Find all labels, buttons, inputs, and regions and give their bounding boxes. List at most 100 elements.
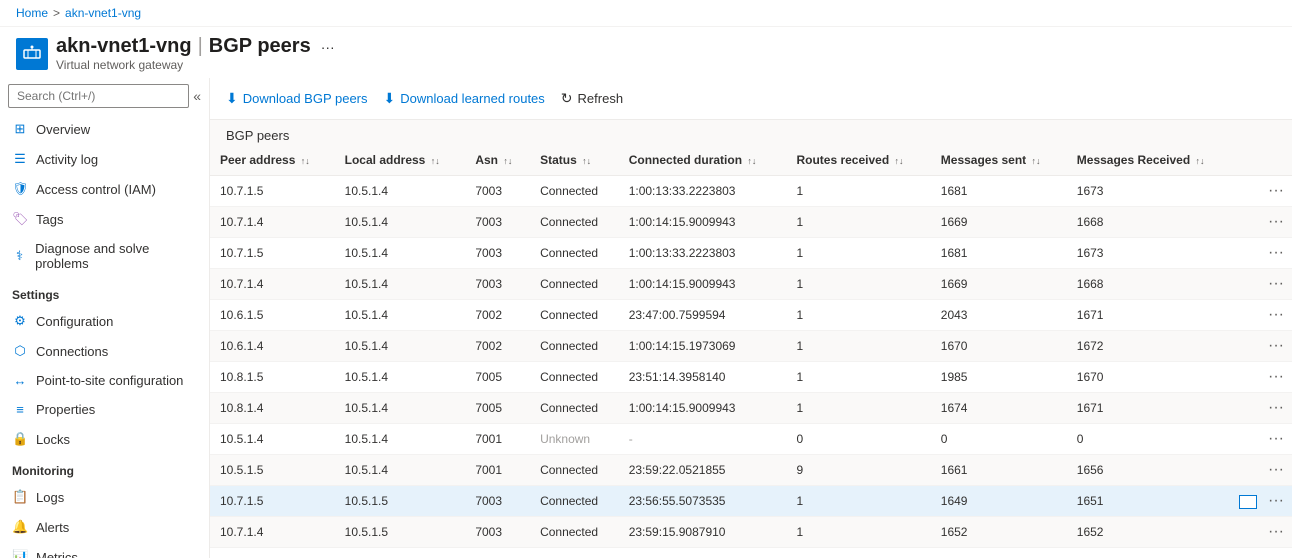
cell-row-actions[interactable]: ··· <box>1235 455 1292 486</box>
sort-received-icon: ↑↓ <box>1196 156 1205 166</box>
nav-item-diagnose[interactable]: ⚕ Diagnose and solve problems <box>0 234 209 278</box>
download-bgp-button[interactable]: ⬇ Download BGP peers <box>226 86 368 111</box>
nav-item-locks[interactable]: 🔒 Locks <box>0 424 209 454</box>
cell-peer-address: 10.8.1.4 <box>210 393 335 424</box>
cell-local-address: 10.5.1.4 <box>335 176 466 207</box>
row-more-button[interactable]: ··· <box>1264 275 1288 293</box>
cell-messages-sent: 1674 <box>931 393 1067 424</box>
cell-duration: 1:00:13:33.2223803 <box>619 176 787 207</box>
activity-log-icon: ☰ <box>12 151 28 167</box>
cell-row-actions[interactable]: ··· <box>1235 548 1292 558</box>
breadcrumb-resource[interactable]: akn-vnet1-vng <box>65 6 141 20</box>
metrics-icon: 📊 <box>12 549 28 558</box>
cell-messages-sent: 1681 <box>931 238 1067 269</box>
row-more-button[interactable]: ··· <box>1264 523 1288 541</box>
cell-row-actions[interactable]: ··· <box>1235 176 1292 207</box>
nav-item-properties[interactable]: ≡ Properties <box>0 395 209 424</box>
nav-item-activity-log[interactable]: ☰ Activity log <box>0 144 209 174</box>
row-more-button[interactable]: ··· <box>1264 337 1288 355</box>
download-bgp-icon: ⬇ <box>226 90 238 107</box>
cell-routes: 1 <box>786 269 930 300</box>
col-duration[interactable]: Connected duration ↑↓ <box>619 145 787 176</box>
col-status[interactable]: Status ↑↓ <box>530 145 619 176</box>
cell-row-actions[interactable]: ··· <box>1235 331 1292 362</box>
cell-duration: 1:00:13:33.2223803 <box>619 238 787 269</box>
cell-asn: 7005 <box>465 362 530 393</box>
sort-asn-icon: ↑↓ <box>503 156 512 166</box>
row-more-button[interactable]: ··· <box>1264 306 1288 324</box>
row-more-button[interactable]: ··· <box>1264 492 1288 510</box>
cell-local-address: 10.5.1.4 <box>335 331 466 362</box>
cell-row-actions[interactable]: ··· <box>1235 517 1292 548</box>
cell-row-actions[interactable]: ··· <box>1235 269 1292 300</box>
row-more-button[interactable]: ··· <box>1264 399 1288 417</box>
cell-duration: 23:59:22.0521855 <box>619 455 787 486</box>
cell-duration: - <box>619 424 787 455</box>
cell-status: Connected <box>530 362 619 393</box>
cell-duration: 23:47:00.7599594 <box>619 300 787 331</box>
cell-row-actions[interactable]: ··· <box>1235 362 1292 393</box>
cell-routes: 1 <box>786 176 930 207</box>
cell-row-actions[interactable]: ··· <box>1235 207 1292 238</box>
resource-name: akn-vnet1-vng <box>56 35 192 58</box>
col-messages-received[interactable]: Messages Received ↑↓ <box>1067 145 1235 176</box>
col-asn[interactable]: Asn ↑↓ <box>465 145 530 176</box>
cell-row-actions[interactable]: ··· <box>1235 424 1292 455</box>
header-pipe: | <box>198 35 203 58</box>
row-more-button[interactable]: ··· <box>1264 182 1288 200</box>
row-more-button[interactable]: ··· <box>1264 430 1288 448</box>
row-more-button[interactable]: ··· <box>1264 213 1288 231</box>
breadcrumb: Home > akn-vnet1-vng <box>0 0 1292 27</box>
breadcrumb-sep: > <box>53 6 60 20</box>
row-more-button[interactable]: ··· <box>1264 461 1288 479</box>
cell-asn: 7003 <box>465 207 530 238</box>
collapse-icon[interactable]: « <box>193 88 201 104</box>
cell-messages-received: 1668 <box>1067 269 1235 300</box>
cell-row-actions[interactable]: ··· <box>1235 486 1292 517</box>
nav-item-tags[interactable]: 🏷 Tags <box>0 204 209 234</box>
refresh-button[interactable]: ↻ Refresh <box>561 86 623 111</box>
nav-item-logs[interactable]: 📋 Logs <box>0 482 209 512</box>
cell-local-address: 10.5.1.4 <box>335 207 466 238</box>
nav-item-alerts[interactable]: 🔔 Alerts <box>0 512 209 542</box>
nav-item-access-control[interactable]: 🛡 Access control (IAM) <box>0 174 209 204</box>
col-routes[interactable]: Routes received ↑↓ <box>786 145 930 176</box>
download-routes-button[interactable]: ⬇ Download learned routes <box>384 86 545 111</box>
cell-peer-address: 10.5.1.5 <box>210 455 335 486</box>
cell-messages-sent: 1661 <box>931 455 1067 486</box>
cell-asn: 7003 <box>465 548 530 558</box>
cell-messages-sent: 1649 <box>931 486 1067 517</box>
col-peer-address[interactable]: Peer address ↑↓ <box>210 145 335 176</box>
table-row: 10.7.1.5 10.5.1.5 7003 Connected 23:56:5… <box>210 486 1292 517</box>
nav-item-point-to-site[interactable]: ↔ Point-to-site configuration <box>0 366 209 395</box>
cell-row-actions[interactable]: ··· <box>1235 300 1292 331</box>
sort-status-icon: ↑↓ <box>582 156 591 166</box>
cell-row-actions[interactable]: ··· <box>1235 238 1292 269</box>
col-messages-sent[interactable]: Messages sent ↑↓ <box>931 145 1067 176</box>
cell-messages-sent: 1985 <box>931 362 1067 393</box>
nav-item-overview[interactable]: ⊞ Overview <box>0 114 209 144</box>
search-input[interactable] <box>8 84 189 108</box>
row-more-button[interactable]: ··· <box>1264 554 1288 558</box>
row-more-button[interactable]: ··· <box>1264 244 1288 262</box>
cell-local-address: 10.5.1.4 <box>335 238 466 269</box>
overview-icon: ⊞ <box>12 121 28 137</box>
cell-duration: 23:51:14.3958140 <box>619 362 787 393</box>
breadcrumb-home[interactable]: Home <box>16 6 48 20</box>
header-text: akn-vnet1-vng | BGP peers ··· Virtual ne… <box>56 35 335 72</box>
cell-messages-received: 1673 <box>1067 238 1235 269</box>
nav-item-metrics[interactable]: 📊 Metrics <box>0 542 209 558</box>
cell-messages-sent: 0 <box>931 424 1067 455</box>
cell-local-address: 10.5.1.4 <box>335 455 466 486</box>
table-row: 10.7.1.5 10.5.1.4 7003 Connected 1:00:13… <box>210 176 1292 207</box>
cell-asn: 7003 <box>465 269 530 300</box>
cell-messages-sent: 1681 <box>931 176 1067 207</box>
cell-status: Connected <box>530 207 619 238</box>
nav-item-configuration[interactable]: ⚙ Configuration <box>0 306 209 336</box>
row-more-button[interactable]: ··· <box>1264 368 1288 386</box>
cell-row-actions[interactable]: ··· <box>1235 393 1292 424</box>
cell-messages-received: 1668 <box>1067 207 1235 238</box>
nav-item-connections[interactable]: ⬡ Connections <box>0 336 209 366</box>
col-local-address[interactable]: Local address ↑↓ <box>335 145 466 176</box>
more-options-icon[interactable]: ··· <box>321 39 335 55</box>
